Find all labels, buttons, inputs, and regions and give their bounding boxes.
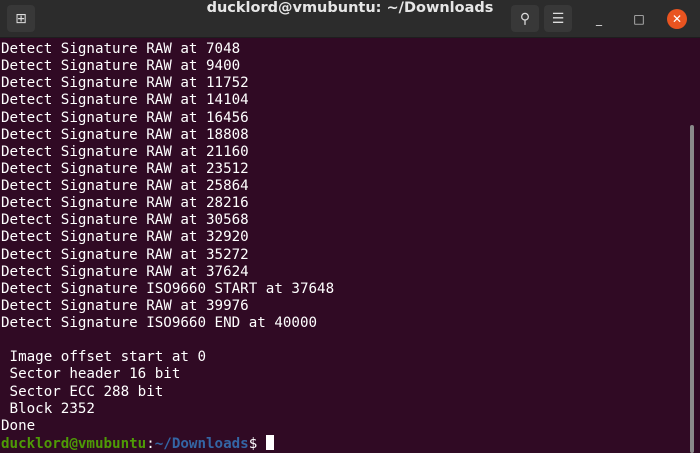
prompt-user-host: ducklord@vmubuntu (1, 435, 147, 452)
prompt-line[interactable]: ducklord@vmubuntu:~/Downloads$ (1, 434, 686, 452)
output-line: Image offset start at 0 (1, 349, 206, 366)
output-line: Detect Signature RAW at 14104 (1, 92, 249, 109)
output-line: Detect Signature RAW at 30568 (1, 212, 249, 229)
output-line: Detect Signature RAW at 28216 (1, 195, 249, 212)
output-line: Detect Signature RAW at 35272 (1, 246, 249, 263)
output-line: Detect Signature RAW at 9400 (1, 58, 241, 75)
output-line: Block 2352 (1, 400, 95, 417)
prompt-symbol: $ (248, 435, 266, 452)
output-line: Sector header 16 bit (1, 366, 181, 383)
hamburger-icon: ☰ (551, 10, 565, 27)
output-line: Done (1, 417, 36, 434)
output-line: Detect Signature RAW at 11752 (1, 75, 249, 92)
output-line: Detect Signature ISO9660 END at 40000 (1, 315, 318, 331)
output-line: Detect Signature RAW at 32920 (1, 229, 249, 246)
minimize-icon: _ (596, 12, 602, 26)
new-tab-icon: ⊞ (15, 10, 27, 27)
menu-button[interactable]: ☰ (544, 5, 572, 32)
text-cursor (265, 434, 274, 450)
output-line: Detect Signature RAW at 37624 (1, 263, 249, 280)
minimize-button[interactable]: _ (589, 9, 609, 29)
search-button[interactable]: ⚲ (511, 5, 539, 32)
output-line: Detect Signature RAW at 18808 (1, 126, 249, 143)
output-line: Detect Signature ISO9660 START at 37648 (1, 280, 335, 297)
output-line: Sector ECC 288 bit (1, 383, 164, 400)
output-line: Detect Signature RAW at 16456 (1, 109, 249, 126)
prompt-path: ~/Downloads (154, 435, 249, 452)
search-icon: ⚲ (519, 10, 531, 27)
maximize-button[interactable]: □ (629, 9, 649, 29)
output-line: Detect Signature RAW at 7048 (1, 41, 241, 57)
close-button[interactable]: ✕ (667, 9, 687, 29)
terminal-output[interactable]: Detect Signature RAW at 7048 Detect Signa… (1, 41, 686, 452)
scrollbar[interactable] (690, 125, 694, 453)
prompt-separator: : (146, 435, 155, 452)
output-line: Detect Signature RAW at 21160 (1, 143, 249, 160)
output-line: Detect Signature RAW at 25864 (1, 178, 249, 194)
close-icon: ✕ (671, 12, 683, 26)
output-line: Detect Signature RAW at 39976 (1, 297, 249, 314)
title-bar: ⊞ ducklord@vmubuntu: ~/Downloads ⚲ ☰ _ □… (0, 0, 700, 38)
output-line: Detect Signature RAW at 23512 (1, 160, 249, 177)
new-tab-button[interactable]: ⊞ (7, 5, 35, 32)
maximize-icon: □ (633, 12, 645, 26)
